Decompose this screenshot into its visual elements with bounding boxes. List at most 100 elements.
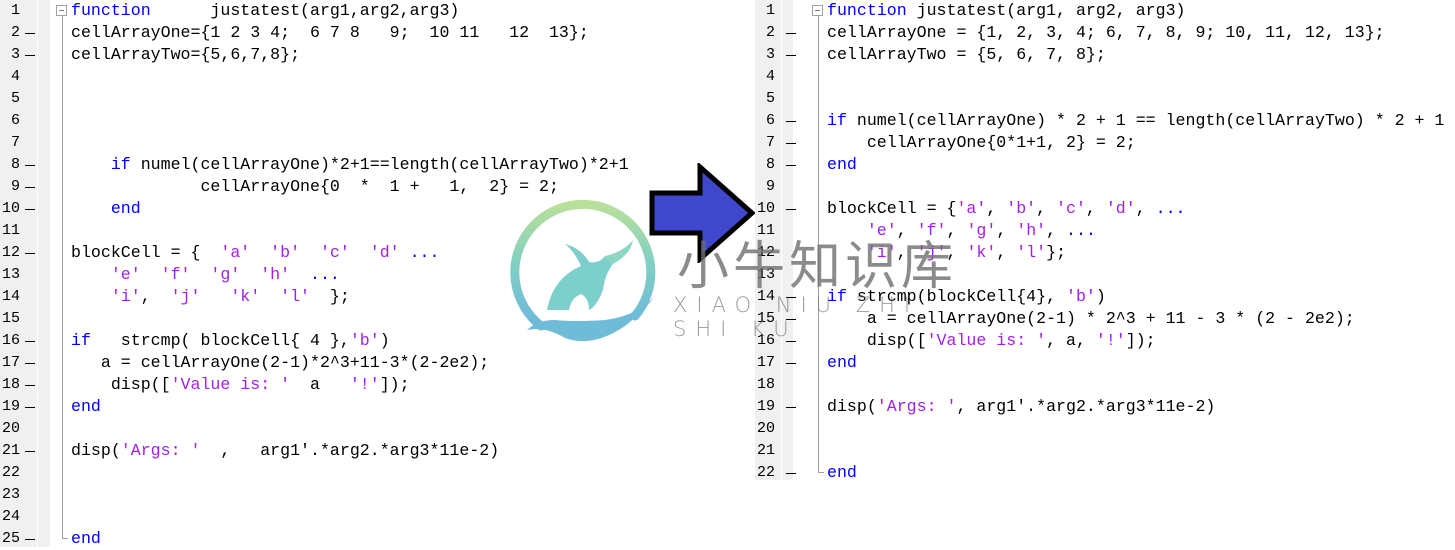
keyword-token: ... [310,265,340,284]
string-token: 'Args: ' [876,397,957,416]
executable-line-marker[interactable] [786,209,796,210]
executable-line-marker[interactable] [25,187,35,188]
executable-line-marker[interactable] [786,165,796,166]
code-token: numel(cellArrayOne) * 2 + 1 == length(ce… [846,111,1445,130]
code-token: a [290,375,350,394]
executable-line-marker[interactable] [25,363,35,364]
line-number: 13 [1,266,20,283]
executable-line-marker[interactable] [25,451,35,452]
code-token: , [1085,199,1106,218]
line-number: 15 [756,310,775,327]
line-number: 5 [765,90,775,107]
line-number: 4 [765,68,775,85]
executable-line-marker[interactable] [25,33,35,34]
string-token: 'j' 'k' 'l' [170,287,311,306]
code-text: blockCell = {'a', 'b', 'c', 'd', ... [827,198,1186,220]
code-token: , arg1'.*arg2.*arg3*11e-2) [956,397,1216,416]
code-text: 'e', 'f', 'g', 'h', ... [827,220,1096,242]
code-text: 'e' 'f' 'g' 'h' ... [71,264,340,286]
code-token: , [896,243,917,262]
executable-line-marker[interactable] [25,165,35,166]
line-number: 7 [765,134,775,151]
code-token: ]); [379,375,410,394]
string-token: 'i' [866,243,897,262]
code-token: disp( [71,441,121,460]
executable-line-marker[interactable] [786,143,796,144]
editor-original[interactable]: 1 function justatest(arg1,arg2,arg3) 2 cell… [0,0,640,548]
code-text: end [827,462,857,484]
string-token: 'b' [1006,199,1037,218]
fold-toggle-icon[interactable] [56,5,67,16]
line-number: 3 [10,46,20,63]
executable-line-marker[interactable] [786,363,796,364]
code-text: disp(['Value is: ' a '!']); [71,374,410,396]
code-token: , [1046,221,1067,240]
code-token: }; [310,287,350,306]
executable-line-marker[interactable] [786,407,796,408]
executable-line-marker[interactable] [786,121,796,122]
gutter-divider [37,0,38,547]
string-token: 'f' [916,221,947,240]
code-token: , [986,199,1007,218]
keyword-token: end [71,529,101,548]
string-token: 'Args: ' [120,441,201,460]
executable-line-marker[interactable] [786,55,796,56]
code-text: if strcmp( blockCell{ 4 },'b') [71,330,390,352]
code-token: ) [379,331,390,350]
code-text: end [71,396,101,418]
fold-guide [62,16,63,538]
executable-line-marker[interactable] [25,209,35,210]
keyword-token: end [71,397,101,416]
executable-line-marker[interactable] [786,33,796,34]
executable-line-marker[interactable] [786,319,796,320]
line-number: 8 [765,156,775,173]
code-text: disp('Args: ', arg1'.*arg2.*arg3*11e-2) [827,396,1215,418]
executable-line-marker[interactable] [786,473,796,474]
executable-line-marker[interactable] [25,539,35,540]
line-number: 20 [756,420,775,437]
code-text: end [827,154,857,176]
line-number: 14 [1,288,20,305]
code-token: ]); [1125,331,1156,350]
line-number: 13 [756,266,775,283]
line-number: 11 [1,222,20,239]
line-number: 19 [1,398,20,415]
keyword-token: if [827,287,847,306]
executable-line-marker[interactable] [25,341,35,342]
line-number: 18 [1,376,20,393]
line-number: 22 [1,464,20,481]
executable-line-marker[interactable] [786,341,796,342]
line-number: 19 [756,398,775,415]
code-token: cellArrayTwo = {5, 6, 7, 8}; [827,45,1106,64]
line-number: 3 [765,46,775,63]
line-number: 9 [765,178,775,195]
executable-line-marker[interactable] [25,407,35,408]
executable-line-marker[interactable] [786,297,796,298]
code-text: cellArrayOne{0*1+1, 2} = 2; [827,132,1136,154]
code-text: if numel(cellArrayOne) * 2 + 1 == length… [827,110,1444,132]
code-text: a = cellArrayOne(2-1)*2^3+11-3*(2-2e2); [71,352,489,374]
line-number: 21 [756,442,775,459]
code-text: 'i', 'j', 'k', 'l'}; [827,242,1066,264]
line-number: 17 [1,354,20,371]
code-text: end [827,352,857,374]
keyword-token: end [827,155,857,174]
line-number: 11 [756,222,775,239]
executable-line-marker[interactable] [25,55,35,56]
code-token: justatest(arg1,arg2,arg3) [150,1,460,20]
editor-formatted[interactable]: 1 function justatest(arg1, arg2, arg3) 2 ce… [755,0,1455,482]
code-text: cellArrayTwo = {5, 6, 7, 8}; [827,44,1106,66]
fold-toggle-icon[interactable] [812,5,823,16]
code-token: , [946,221,967,240]
line-number: 24 [1,508,20,525]
code-token: blockCell = { [71,243,221,262]
code-text: function justatest(arg1, arg2, arg3) [827,0,1186,22]
arrow-shape [649,163,756,263]
code-token: cellArrayOne = {1, 2, 3, 4; 6, 7, 8, 9; … [827,23,1385,42]
line-number: 10 [756,200,775,217]
executable-line-marker[interactable] [25,385,35,386]
executable-line-marker[interactable] [25,253,35,254]
